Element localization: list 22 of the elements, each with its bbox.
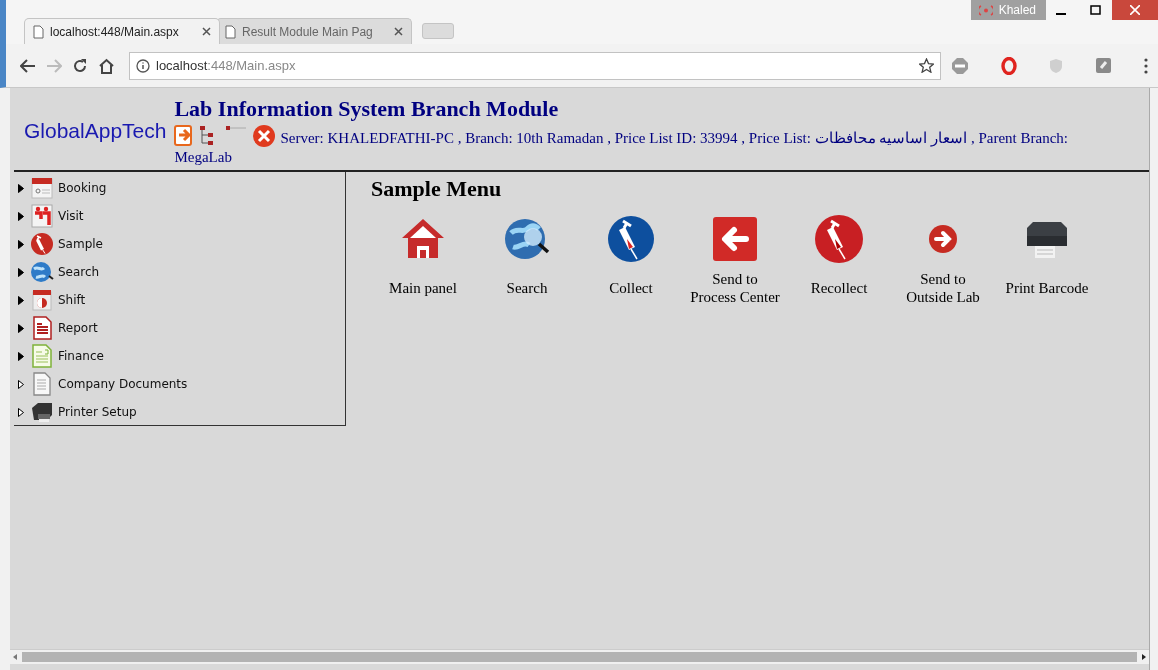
menu-tile[interactable]: Search [475, 210, 579, 308]
menu-tile[interactable]: Print Barcode [995, 210, 1099, 308]
sidebar-item[interactable]: Report [18, 314, 345, 342]
menu-tile[interactable]: Main panel [371, 210, 475, 308]
menu-tile[interactable]: Send to Outside Lab [891, 210, 995, 308]
server-info-text: Server: KHALEDFATHI-PC , Branch: 10th Ramadan , Price List ID: 33994 , Price List: اسعار اساسيه محافظات , Parent Branch: MegaLab [174, 124, 1090, 166]
address-field[interactable]: localhost:448/Main.aspx [129, 51, 941, 80]
sidebar-item[interactable]: Company Documents [18, 370, 345, 398]
menu-tile[interactable]: Recollect [787, 210, 891, 308]
sidebar-item[interactable]: Sample [18, 230, 345, 258]
sidebar-item[interactable]: Finance [18, 342, 345, 370]
sidebar-item[interactable]: Booking [18, 174, 345, 202]
sidebar-item[interactable]: Visit [18, 202, 345, 230]
sidebar-item[interactable]: Printer Setup [18, 398, 345, 426]
browser-tab[interactable]: localhost:448/Main.aspx [24, 18, 220, 44]
sidebar-item[interactable]: Search [18, 258, 345, 286]
page-title: Lab Information System Branch Module [174, 96, 560, 122]
sidebar-item[interactable]: Shift [18, 286, 345, 314]
section-title: Sample Menu [371, 176, 503, 202]
menu-tile[interactable]: Collect [579, 210, 683, 308]
logo-text: GlobalAppTech [24, 119, 167, 143]
menu-tile[interactable]: Send to Process Center [683, 210, 787, 308]
